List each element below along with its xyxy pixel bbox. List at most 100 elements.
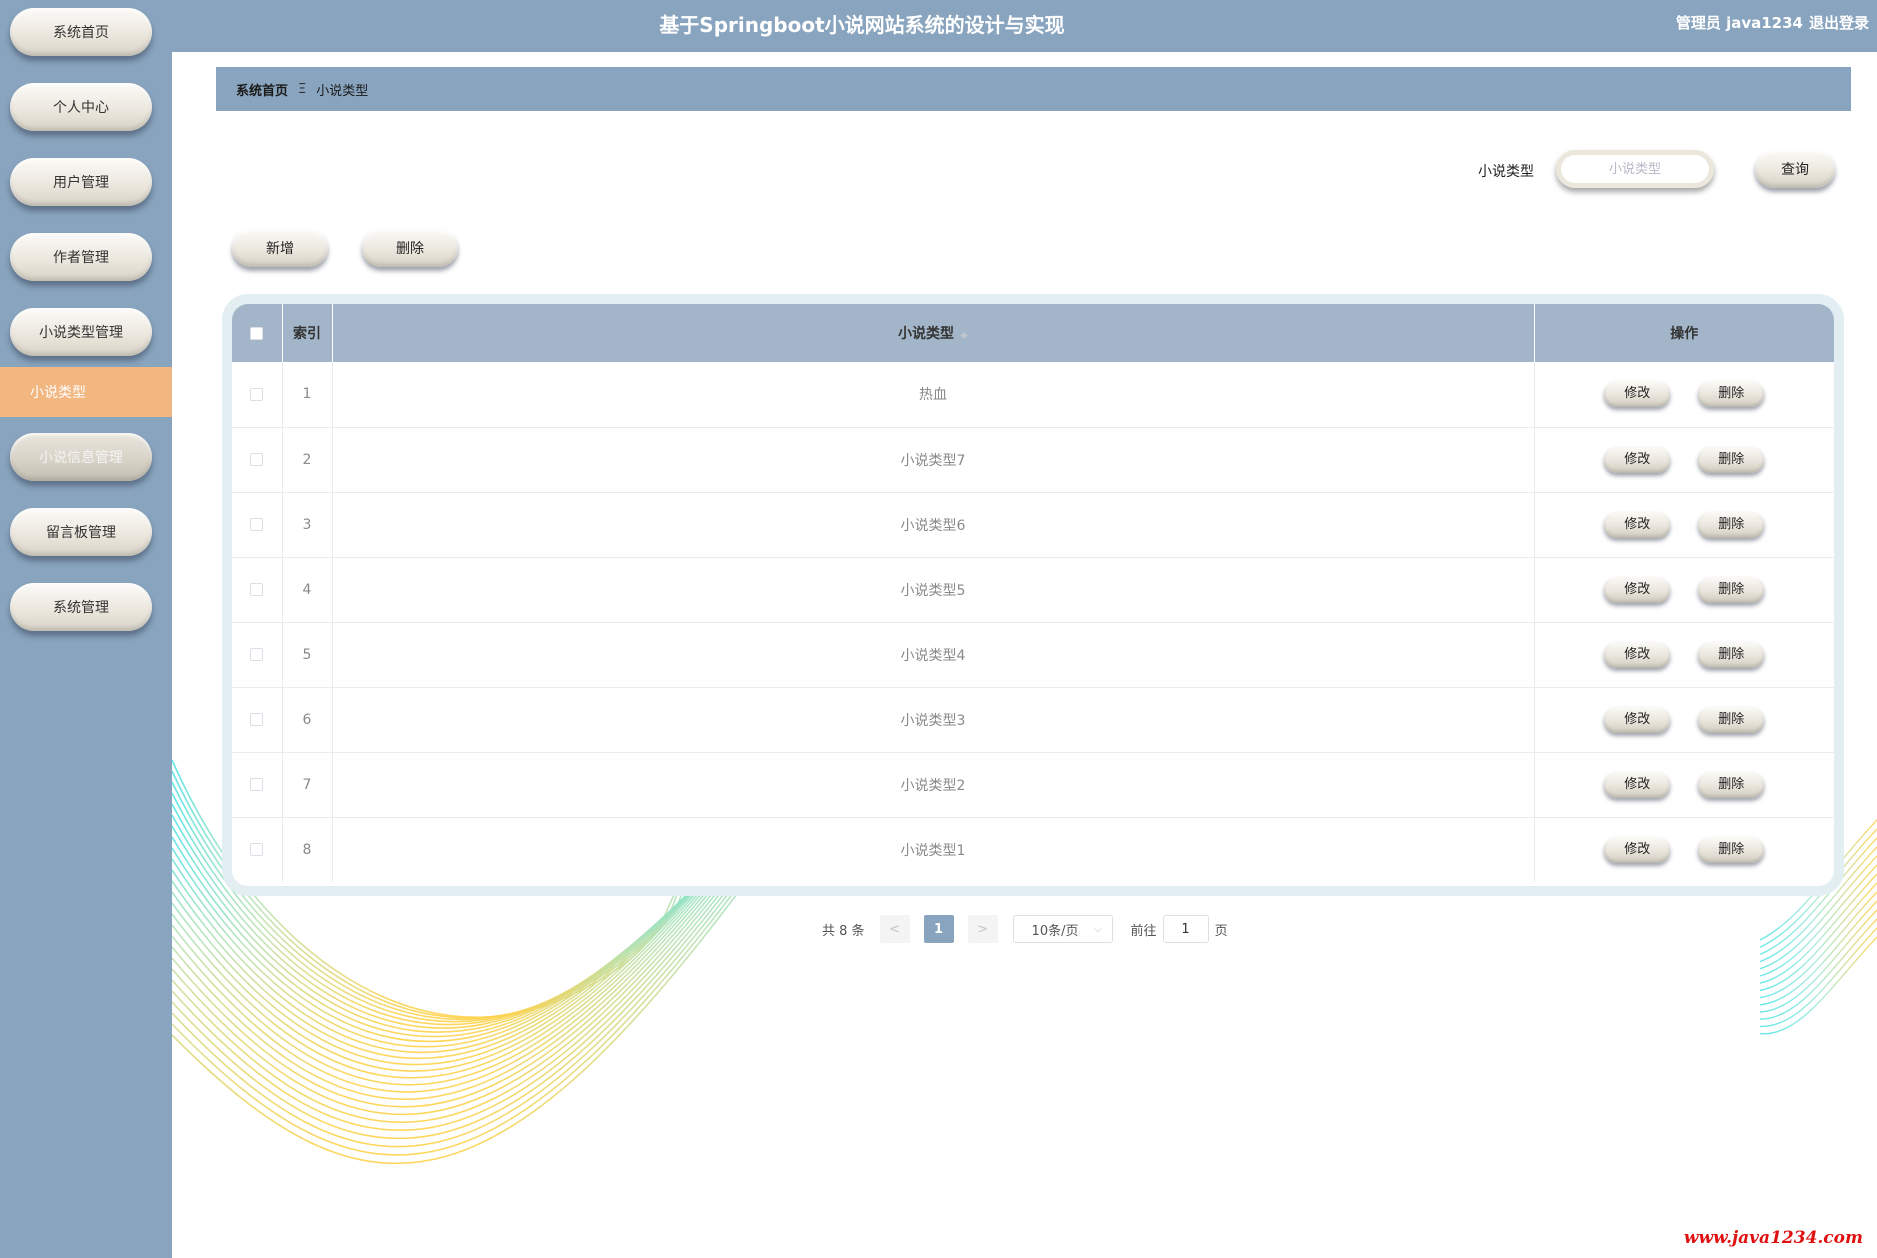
sidebar-item-users[interactable]: 用户管理 [10,158,152,206]
sidebar-item-label: 小说类型管理 [39,325,123,341]
sidebar-item-label: 用户管理 [53,175,109,191]
table-header-row: 索引 小说类型 操作 [232,304,1834,362]
query-button[interactable]: 查询 [1755,150,1835,188]
table-row: 8 小说类型1 修改 删除 [232,816,1834,882]
goto-page-input[interactable] [1162,915,1209,943]
sidebar-item-label: 小说信息管理 [39,450,123,466]
row-select-cell [232,362,283,427]
table-row: 6 小说类型3 修改 删除 [232,686,1834,752]
sidebar-item-label: 系统管理 [53,600,109,616]
breadcrumb-home[interactable]: 系统首页 [236,80,288,99]
logout-link[interactable]: 退出登录 [1809,12,1869,33]
edit-button[interactable]: 修改 [1604,446,1671,473]
prev-page-button[interactable]: < [879,915,910,943]
row-select-cell [232,556,283,622]
row-index: 8 [282,816,333,882]
row-select-cell [232,621,283,687]
row-index: 3 [282,491,333,557]
row-type: 小说类型5 [332,556,1535,622]
next-page-button[interactable]: > [967,915,998,943]
table-row: 3 小说类型6 修改 删除 [232,491,1834,557]
table-row: 4 小说类型5 修改 删除 [232,556,1834,622]
edit-button[interactable]: 修改 [1604,706,1671,733]
column-header-index: 索引 [282,304,333,362]
search-input[interactable] [1556,150,1714,188]
row-checkbox[interactable] [250,778,264,791]
edit-button[interactable]: 修改 [1604,381,1671,408]
delete-button[interactable]: 删除 [1698,511,1765,538]
page-number-button[interactable]: 1 [923,915,954,943]
row-checkbox[interactable] [250,648,264,661]
row-index: 6 [282,686,333,752]
sidebar-item-label: 个人中心 [53,100,109,116]
select-all-cell [232,304,283,362]
row-type: 小说类型7 [332,426,1535,492]
row-select-cell [232,426,283,492]
row-checkbox[interactable] [250,518,264,531]
data-table: 索引 小说类型 操作 1 热血 修改 删除 2 小说类型7 修改 删除 3 小说类型6 修改 删除 4 小… [222,294,1844,896]
sidebar-item-novel-types[interactable]: 小说类型管理 [10,308,152,356]
row-actions: 修改 删除 [1534,686,1834,752]
row-actions: 修改 删除 [1534,621,1834,687]
sidebar-item-novel-info[interactable]: 小说信息管理 [10,433,152,481]
edit-button[interactable]: 修改 [1604,771,1671,798]
column-header-ops: 操作 [1534,304,1834,362]
page-size-select[interactable]: 10条/页 ⌵ [1012,915,1113,943]
row-actions: 修改 删除 [1534,426,1834,492]
add-button[interactable]: 新增 [232,229,328,267]
row-checkbox[interactable] [250,713,264,726]
sidebar-item-label: 留言板管理 [46,525,116,541]
row-type: 小说类型1 [332,816,1535,882]
edit-button[interactable]: 修改 [1604,641,1671,668]
watermark: www.java1234.com [1683,1228,1863,1248]
row-index: 5 [282,621,333,687]
page-size-value: 10条/页 [1031,923,1079,939]
edit-button[interactable]: 修改 [1604,511,1671,538]
sidebar-item-authors[interactable]: 作者管理 [10,233,152,281]
row-actions: 修改 删除 [1534,556,1834,622]
search-label: 小说类型 [1478,164,1534,180]
sidebar-item-system[interactable]: 系统管理 [10,583,152,631]
header: 基于Springboot小说网站系统的设计与实现 管理员 java1234 退出… [172,0,1877,52]
sidebar-item-home[interactable]: 系统首页 [10,8,152,56]
delete-button[interactable]: 删除 [1698,641,1765,668]
row-actions: 修改 删除 [1534,491,1834,557]
table-row: 5 小说类型4 修改 删除 [232,621,1834,687]
row-index: 4 [282,556,333,622]
sidebar-item-label: 系统首页 [53,25,109,41]
row-type: 小说类型2 [332,751,1535,817]
batch-delete-button[interactable]: 删除 [362,229,458,267]
row-type: 热血 [332,362,1535,427]
row-select-cell [232,816,283,882]
row-checkbox[interactable] [250,387,264,401]
select-all-checkbox[interactable] [250,326,264,340]
query-button-label: 查询 [1781,162,1809,178]
pagination-total: 共 8 条 [822,923,865,939]
sidebar-item-message-board[interactable]: 留言板管理 [10,508,152,556]
edit-button[interactable]: 修改 [1604,836,1671,863]
delete-button[interactable]: 删除 [1698,381,1765,408]
row-index: 1 [282,362,333,427]
delete-button[interactable]: 删除 [1698,771,1765,798]
page-suffix: 页 [1214,923,1228,939]
sort-icon[interactable] [960,328,968,340]
row-type: 小说类型6 [332,491,1535,557]
sidebar-item-profile[interactable]: 个人中心 [10,83,152,131]
delete-button[interactable]: 删除 [1698,836,1765,863]
row-checkbox[interactable] [250,453,264,466]
row-type: 小说类型4 [332,621,1535,687]
delete-button[interactable]: 删除 [1698,576,1765,603]
column-header-type[interactable]: 小说类型 [332,304,1535,362]
row-checkbox[interactable] [250,583,264,596]
breadcrumb: 系统首页 Ξ 小说类型 [216,67,1851,111]
add-button-label: 新增 [266,241,294,257]
delete-button[interactable]: 删除 [1698,446,1765,473]
breadcrumb-separator-icon: Ξ [298,81,307,97]
edit-button[interactable]: 修改 [1604,576,1671,603]
row-checkbox[interactable] [250,843,264,857]
delete-button[interactable]: 删除 [1698,706,1765,733]
table-row: 2 小说类型7 修改 删除 [232,426,1834,492]
sidebar-subitem-label: 小说类型 [30,385,86,401]
sidebar-subitem-novel-type[interactable]: 小说类型 [0,367,172,417]
sidebar-item-label: 作者管理 [53,250,109,266]
